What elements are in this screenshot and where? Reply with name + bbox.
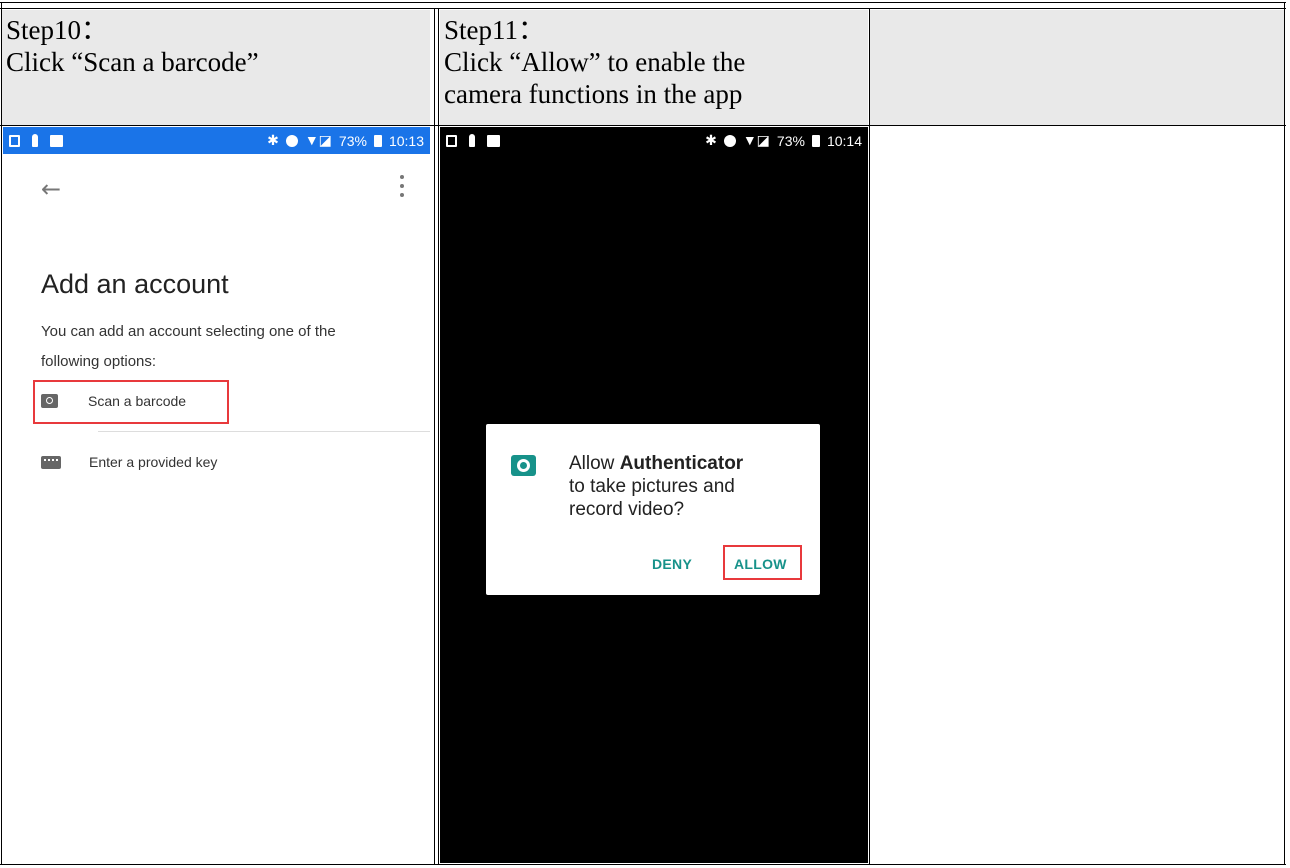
step11-instruction-line2: camera functions in the app bbox=[444, 79, 743, 109]
signal-icon: ▼◪ bbox=[304, 132, 332, 148]
keyboard-icon bbox=[41, 455, 61, 469]
scan-barcode-option[interactable]: Scan a barcode bbox=[41, 393, 186, 409]
header-cell-empty bbox=[870, 10, 1284, 125]
table-border-left bbox=[1, 2, 2, 865]
step11-title: Step11： bbox=[444, 15, 545, 45]
option-label: Enter a provided key bbox=[89, 454, 218, 470]
clock: 10:13 bbox=[388, 132, 424, 149]
option-divider bbox=[98, 431, 430, 432]
column-divider-2 bbox=[869, 8, 870, 865]
battery-icon bbox=[373, 134, 382, 147]
signal-icon: ▼◪ bbox=[742, 132, 770, 148]
camera-icon bbox=[511, 455, 536, 476]
image-icon bbox=[50, 134, 63, 147]
more-options-icon[interactable] bbox=[400, 175, 404, 197]
enter-key-option[interactable]: Enter a provided key bbox=[41, 454, 217, 470]
table-border-top-inner bbox=[0, 8, 1286, 9]
header-cell-step11: Step11： Click “Allow” to enable the came… bbox=[440, 10, 868, 125]
page-description: You can add an account selecting one of … bbox=[41, 323, 336, 370]
camera-icon bbox=[41, 394, 58, 408]
clock: 10:14 bbox=[826, 132, 862, 149]
step10-title: Step10： bbox=[6, 15, 109, 45]
battery-icon bbox=[811, 134, 820, 147]
table-border-top bbox=[0, 2, 1286, 3]
app-name: Authenticator bbox=[619, 453, 744, 474]
back-arrow-icon[interactable]: ← bbox=[41, 175, 61, 203]
status-bar: ✱ ▼◪ 73% 10:14 bbox=[440, 127, 868, 154]
bluetooth-icon: ✱ bbox=[705, 132, 717, 148]
image-icon bbox=[487, 134, 500, 147]
permission-message: Allow Authenticator to take pictures and… bbox=[569, 453, 744, 520]
battery-percent: 73% bbox=[338, 132, 367, 149]
step10-instruction: Click “Scan a barcode” bbox=[6, 47, 259, 77]
device-icon bbox=[9, 134, 20, 147]
bluetooth-icon: ✱ bbox=[267, 132, 279, 148]
permission-dialog: Allow Authenticator to take pictures and… bbox=[486, 424, 820, 595]
column-divider-1a bbox=[434, 8, 435, 865]
status-bar: ✱ ▼◪ 73% 10:13 bbox=[3, 127, 430, 154]
page-title: Add an account bbox=[41, 269, 229, 299]
do-not-disturb-icon bbox=[723, 134, 736, 147]
phone-screenshot-add-account: ✱ ▼◪ 73% 10:13 ← Add an account You can … bbox=[3, 127, 430, 863]
allow-button[interactable]: ALLOW bbox=[734, 556, 787, 572]
table-border-bottom bbox=[0, 864, 1286, 865]
person-icon bbox=[469, 134, 475, 147]
header-cell-step10: Step10： Click “Scan a barcode” bbox=[2, 10, 430, 125]
phone-screenshot-permission: ✱ ▼◪ 73% 10:14 Allow Authenticator to ta… bbox=[440, 127, 868, 863]
table-border-right bbox=[1284, 2, 1285, 865]
person-icon bbox=[32, 134, 38, 147]
step11-instruction-line1: Click “Allow” to enable the bbox=[444, 47, 746, 77]
battery-percent: 73% bbox=[776, 132, 805, 149]
header-divider bbox=[0, 125, 1286, 126]
device-icon bbox=[446, 134, 457, 147]
deny-button[interactable]: DENY bbox=[652, 556, 692, 572]
do-not-disturb-icon bbox=[285, 134, 298, 147]
column-divider-1b bbox=[438, 8, 439, 865]
option-label: Scan a barcode bbox=[88, 393, 187, 409]
